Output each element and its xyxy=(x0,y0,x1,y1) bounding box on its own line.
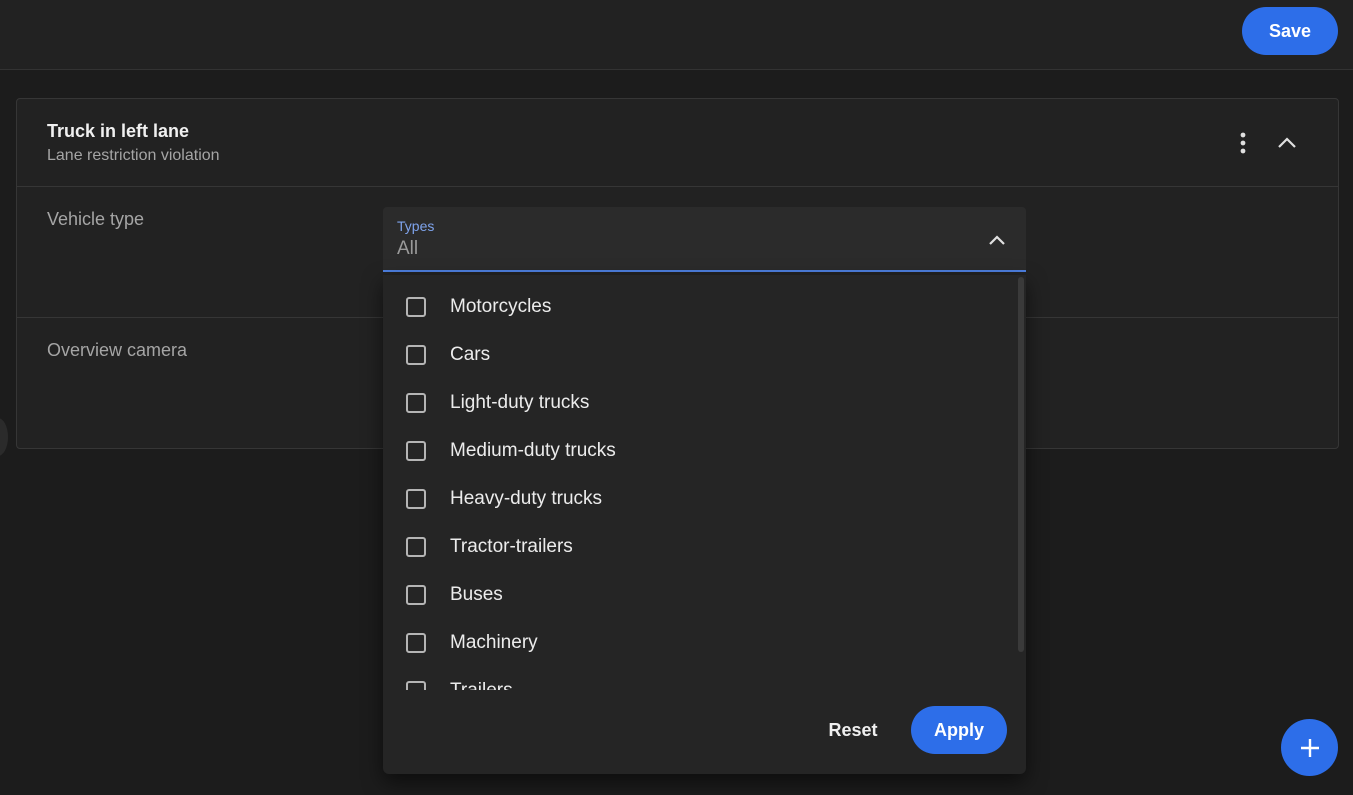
option-label: Heavy-duty trucks xyxy=(450,488,603,509)
option-cars[interactable]: Cars xyxy=(383,331,1013,379)
option-label: Light-duty trucks xyxy=(450,392,590,413)
top-bar: Save xyxy=(0,0,1353,70)
checkbox[interactable] xyxy=(406,441,426,461)
select-label: Types xyxy=(397,218,435,234)
side-handle[interactable] xyxy=(0,418,8,456)
option-label: Machinery xyxy=(450,632,538,653)
rule-subtitle: Lane restriction violation xyxy=(47,147,220,164)
options-list: Motorcycles Cars Light-duty trucks Mediu… xyxy=(383,275,1013,690)
vehicle-types-select[interactable]: Types All xyxy=(383,207,1026,272)
checkbox[interactable] xyxy=(406,393,426,413)
checkbox[interactable] xyxy=(406,489,426,509)
checkbox[interactable] xyxy=(406,537,426,557)
more-vertical-icon xyxy=(1240,132,1246,154)
option-trailers[interactable]: Trailers xyxy=(383,667,1013,690)
checkbox[interactable] xyxy=(406,633,426,653)
vehicle-types-dropdown: Motorcycles Cars Light-duty trucks Mediu… xyxy=(383,275,1026,774)
option-label: Trailers xyxy=(450,680,513,690)
chevron-up-icon[interactable] xyxy=(986,229,1008,251)
checkbox[interactable] xyxy=(406,345,426,365)
scrollbar[interactable] xyxy=(1018,277,1024,652)
collapse-button[interactable] xyxy=(1273,129,1301,157)
checkbox[interactable] xyxy=(406,681,426,690)
option-tractor-trailers[interactable]: Tractor-trailers xyxy=(383,523,1013,571)
rule-header[interactable]: Truck in left lane Lane restriction viol… xyxy=(17,99,1338,187)
overview-camera-label: Overview camera xyxy=(47,340,188,360)
option-label: Cars xyxy=(450,344,491,365)
more-options-button[interactable] xyxy=(1229,129,1257,157)
apply-button[interactable]: Apply xyxy=(911,706,1007,754)
chevron-up-icon xyxy=(1278,137,1296,148)
checkbox[interactable] xyxy=(406,585,426,605)
rule-title: Truck in left lane xyxy=(47,121,190,141)
vehicle-type-label: Vehicle type xyxy=(47,209,145,229)
checkbox[interactable] xyxy=(406,297,426,317)
option-light-duty-trucks[interactable]: Light-duty trucks xyxy=(383,379,1013,427)
option-label: Motorcycles xyxy=(450,296,552,317)
select-value: All xyxy=(397,238,419,259)
option-heavy-duty-trucks[interactable]: Heavy-duty trucks xyxy=(383,475,1013,523)
option-medium-duty-trucks[interactable]: Medium-duty trucks xyxy=(383,427,1013,475)
option-label: Tractor-trailers xyxy=(450,536,573,557)
option-label: Medium-duty trucks xyxy=(450,440,616,461)
option-machinery[interactable]: Machinery xyxy=(383,619,1013,667)
option-label: Buses xyxy=(450,584,503,605)
add-button[interactable] xyxy=(1281,719,1338,776)
option-motorcycles[interactable]: Motorcycles xyxy=(383,283,1013,331)
option-buses[interactable]: Buses xyxy=(383,571,1013,619)
reset-button[interactable]: Reset xyxy=(813,706,893,754)
plus-icon xyxy=(1300,738,1319,757)
save-button[interactable]: Save xyxy=(1242,7,1338,55)
